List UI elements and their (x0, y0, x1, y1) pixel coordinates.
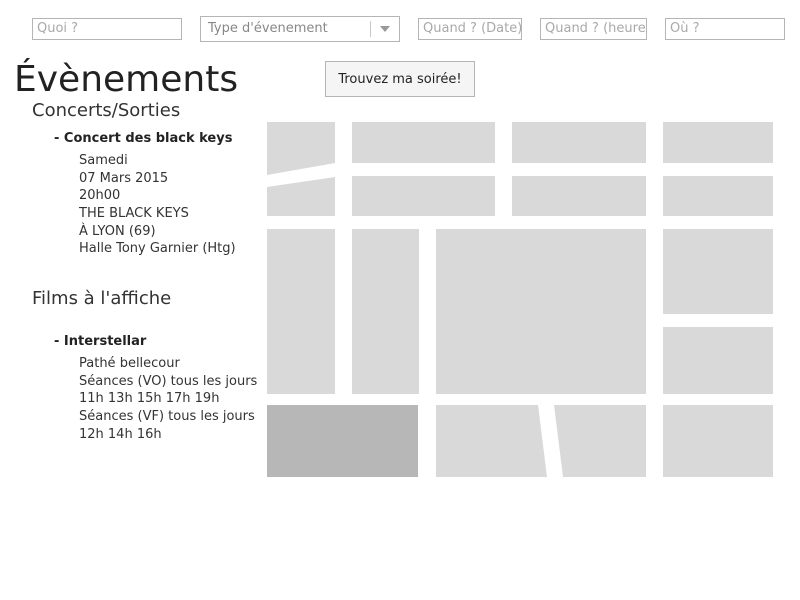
what-search-input[interactable]: Quoi ? (32, 18, 182, 40)
concert-detail-venue: Halle Tony Garnier (Htg) (79, 241, 236, 256)
time-search-input[interactable]: Quand ? (heure) (540, 18, 647, 40)
concert-detail-artist: THE BLACK KEYS (79, 206, 189, 221)
concert-detail-date: 07 Mars 2015 (79, 171, 169, 186)
page-title: Évènements (14, 59, 239, 100)
concert-detail-city: À LYON (69) (79, 224, 156, 239)
film-detail-vf-times: 12h 14h 16h (79, 427, 162, 442)
map-block[interactable] (352, 122, 495, 163)
map-block[interactable] (663, 229, 773, 314)
concert-detail-day: Samedi (79, 153, 128, 168)
map-block[interactable] (436, 229, 646, 394)
map-block[interactable] (512, 122, 646, 163)
map-block[interactable] (352, 229, 419, 394)
map-block[interactable] (663, 122, 773, 163)
map-block[interactable] (267, 177, 335, 216)
film-detail-vo-label: Séances (VO) tous les jours (79, 374, 258, 389)
map-block[interactable] (436, 405, 547, 477)
event-type-select-placeholder: Type d'évenement (208, 21, 328, 36)
events-map[interactable] (267, 122, 773, 477)
find-evening-button[interactable]: Trouvez ma soirée! (325, 61, 475, 97)
film-detail-vf-label: Séances (VF) tous les jours (79, 409, 255, 424)
map-block[interactable] (352, 176, 495, 216)
concert-event-title[interactable]: - Concert des black keys (54, 131, 232, 146)
film-detail-vo-times: 11h 13h 15h 17h 19h (79, 391, 220, 406)
event-type-select[interactable]: Type d'évenement (200, 16, 400, 42)
map-highlighted-block[interactable] (267, 405, 418, 477)
map-block[interactable] (663, 327, 773, 394)
map-block[interactable] (267, 229, 335, 394)
map-block[interactable] (512, 176, 646, 216)
map-block[interactable] (663, 176, 773, 216)
date-search-input[interactable]: Quand ? (Date) (418, 18, 522, 40)
chevron-down-icon (370, 21, 399, 37)
film-detail-cinema: Pathé bellecour (79, 356, 180, 371)
events-page: Quoi ? Type d'évenement Quand ? (Date) Q… (0, 0, 800, 600)
map-block[interactable] (663, 405, 773, 477)
map-blocks (267, 122, 773, 477)
film-event-title[interactable]: - Interstellar (54, 334, 146, 349)
concert-detail-time: 20h00 (79, 188, 121, 203)
map-block[interactable] (554, 405, 646, 477)
map-block[interactable] (267, 122, 335, 175)
films-section-heading: Films à l'affiche (32, 288, 172, 309)
concerts-section-heading: Concerts/Sorties (32, 100, 181, 121)
where-search-input[interactable]: Où ? (665, 18, 785, 40)
map-graphic (267, 122, 773, 477)
